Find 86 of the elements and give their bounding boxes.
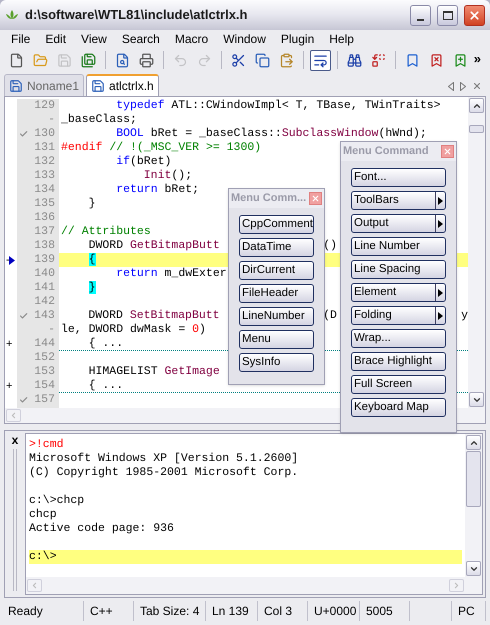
line-number: 153 — [34, 366, 55, 378]
vertical-scrollbar[interactable] — [468, 97, 485, 408]
menu-item[interactable]: Plugin — [274, 30, 322, 48]
command-button[interactable]: Folding — [351, 306, 446, 325]
command-button[interactable]: DirCurrent — [239, 261, 314, 280]
window-title: d:\software\WTL81\include\atlctrlx.h — [25, 6, 248, 24]
file-tab[interactable]: Noname1 — [4, 74, 84, 96]
console-line: >!cmd — [29, 438, 65, 452]
console-line: Active code page: 936 — [29, 522, 175, 536]
submenu-arrow-icon — [438, 196, 443, 204]
command-button[interactable]: Wrap... — [351, 329, 446, 348]
minimize-button[interactable] — [410, 4, 431, 26]
line-number: 130 — [34, 128, 55, 140]
close-panel-button[interactable]: x — [12, 434, 18, 446]
status-text: Ln 139 — [212, 603, 249, 620]
command-button[interactable]: FileHeader — [239, 284, 314, 303]
line-number: 137 — [34, 226, 55, 238]
line-number: 139 — [34, 254, 55, 266]
close-icon[interactable] — [468, 8, 481, 22]
submenu-arrow-icon — [438, 312, 443, 320]
console-line: (C) Copyright 1985-2001 Microsoft Corp. — [29, 466, 300, 480]
submenu-arrow-icon — [438, 220, 443, 228]
line-number: 135 — [34, 198, 55, 210]
menu-item[interactable]: Search — [114, 30, 167, 48]
command-button[interactable]: CppComment — [239, 215, 314, 234]
tab-scroll-left-icon[interactable] — [448, 82, 454, 90]
tab-scroll-right-icon[interactable] — [460, 82, 466, 90]
menu-item[interactable]: Window — [216, 30, 273, 48]
close-tab-icon[interactable] — [472, 81, 482, 91]
line-number: 134 — [34, 184, 55, 196]
command-button[interactable]: Keyboard Map — [351, 398, 446, 417]
command-button[interactable]: Line Spacing — [351, 260, 446, 279]
menu-item[interactable]: File — [4, 30, 38, 48]
line-number: - — [48, 114, 55, 126]
line-number: 141 — [34, 282, 55, 294]
command-button[interactable]: Line Number — [351, 237, 446, 256]
command-button[interactable]: DataTime — [239, 238, 314, 257]
close-button[interactable] — [464, 4, 485, 26]
command-button[interactable]: SysInfo — [239, 353, 314, 372]
line-number: 129 — [34, 100, 55, 112]
console-line: Microsoft Windows XP [Version 5.1.2600] — [29, 452, 300, 466]
command-button[interactable]: Menu — [239, 330, 314, 349]
menu-item[interactable]: Macro — [168, 30, 216, 48]
line-number: 138 — [34, 240, 55, 252]
line-number: 157 — [34, 394, 55, 406]
vertical-scrollbar[interactable] — [465, 434, 482, 577]
submenu-arrow-icon — [438, 288, 443, 296]
status-text: PC — [458, 603, 475, 620]
status-text: Ready — [8, 603, 43, 620]
scroll-thumb[interactable] — [466, 451, 481, 507]
line-number: 144 — [34, 338, 55, 350]
console-line: chcp — [29, 508, 58, 522]
command-button[interactable]: Element — [351, 283, 446, 302]
fold-toggle[interactable]: - — [5, 254, 10, 266]
status-text: Tab Size: 4 — [140, 603, 200, 620]
line-number: 131 — [34, 142, 55, 154]
line-number: 132 — [34, 156, 55, 168]
command-button[interactable]: Full Screen — [351, 375, 446, 394]
menu-item[interactable]: View — [74, 30, 114, 48]
line-number: 143 — [34, 310, 55, 322]
status-text: C++ — [90, 603, 113, 620]
fold-toggle[interactable]: + — [5, 338, 12, 350]
status-text: 5005 — [366, 603, 393, 620]
menu-item[interactable]: Help — [322, 30, 361, 48]
lotus-icon — [5, 9, 19, 21]
status-text: Col 3 — [264, 603, 292, 620]
line-number: 140 — [34, 268, 55, 280]
line-number: 152 — [34, 352, 55, 364]
status-text: U+0000 — [314, 603, 356, 620]
command-button[interactable]: Brace Highlight — [351, 352, 446, 371]
maximize-button[interactable] — [437, 4, 458, 26]
command-button[interactable]: Output — [351, 214, 446, 233]
scroll-thumb[interactable] — [469, 125, 484, 133]
command-button[interactable]: ToolBars — [351, 191, 446, 210]
line-number: 154 — [34, 380, 55, 392]
line-number: 133 — [34, 170, 55, 182]
line-number: 136 — [34, 212, 55, 224]
file-tab[interactable]: atlctrlx.h — [86, 74, 159, 96]
toolbar-overflow[interactable]: » — [474, 52, 481, 65]
menu-item[interactable]: Edit — [38, 30, 74, 48]
command-button[interactable]: LineNumber — [239, 307, 314, 326]
line-number: - — [48, 324, 55, 336]
fold-toggle[interactable]: + — [5, 380, 12, 392]
line-number: 142 — [34, 296, 55, 308]
console-line: c:\>chcp — [29, 494, 86, 508]
command-button[interactable]: Font... — [351, 168, 446, 187]
